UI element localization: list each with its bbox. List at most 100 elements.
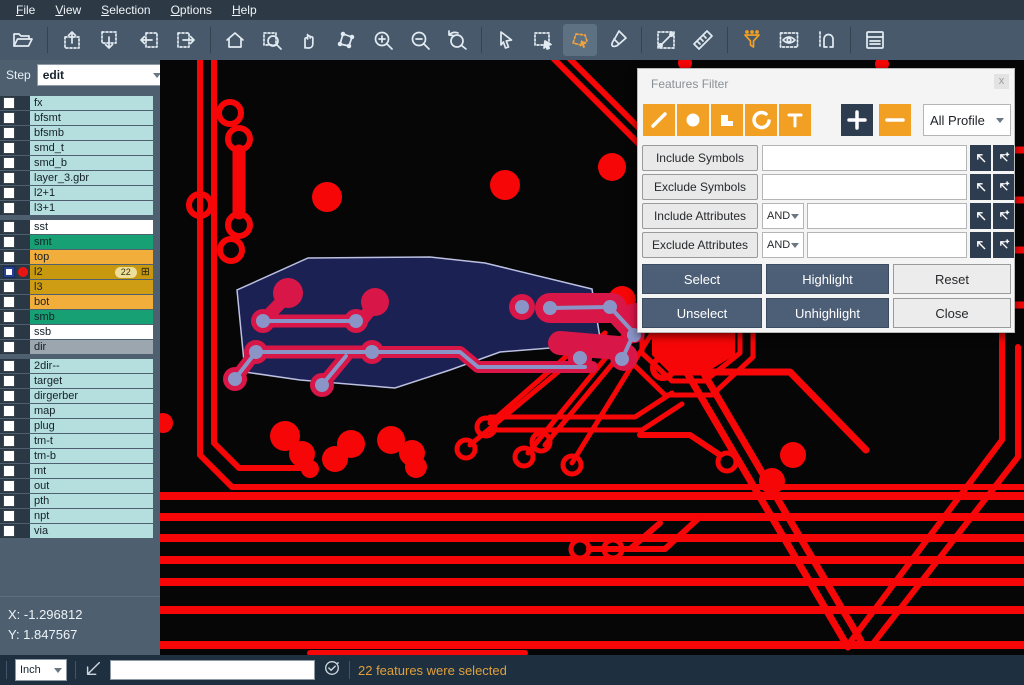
filter-pad-button[interactable] (677, 104, 709, 136)
layer-row-bfsmb[interactable]: bfsmb (0, 126, 160, 140)
layer-visibility-checkbox[interactable] (3, 251, 15, 263)
layer-visibility-checkbox[interactable] (3, 495, 15, 507)
layer-row-tm-t[interactable]: tm-t (0, 434, 160, 448)
layer-name-cell[interactable]: top (30, 250, 153, 264)
layer-row-dirgerber[interactable]: dirgerber (0, 389, 160, 403)
layer-name-cell[interactable]: smd_b (30, 156, 153, 170)
profile-dropdown[interactable]: All Profile (923, 104, 1011, 136)
select-polygon-icon[interactable] (563, 24, 597, 56)
pick-attribute-add-icon[interactable] (993, 203, 1014, 229)
paint-brush-icon[interactable] (600, 24, 634, 56)
layer-name-cell[interactable]: npt (30, 509, 153, 523)
layer-name-cell[interactable]: smd_t (30, 141, 153, 155)
layer-visibility-checkbox[interactable] (3, 112, 15, 124)
filter-text-button[interactable] (779, 104, 811, 136)
layer-name-cell[interactable]: dir (30, 340, 153, 354)
include-symbols-input[interactable] (762, 145, 967, 171)
close-button[interactable]: Close (893, 298, 1011, 328)
layer-row-top[interactable]: top (0, 250, 160, 264)
exclude-symbols-button[interactable]: Exclude Symbols (642, 174, 758, 200)
layer-row-smd_t[interactable]: smd_t (0, 141, 160, 155)
reset-button[interactable]: Reset (893, 264, 1011, 294)
features-filter-icon[interactable] (735, 24, 769, 56)
pick-symbol-add-icon[interactable] (993, 145, 1014, 171)
layer-visibility-checkbox[interactable] (3, 281, 15, 293)
layer-visibility-checkbox[interactable] (3, 435, 15, 447)
layer-visibility-checkbox[interactable] (3, 420, 15, 432)
home-view-icon[interactable] (218, 24, 252, 56)
layer-visibility-checkbox[interactable] (3, 142, 15, 154)
highlight-button[interactable]: Highlight (766, 264, 889, 294)
pan-up-icon[interactable] (55, 24, 89, 56)
sync-check-icon[interactable] (323, 659, 341, 682)
exclude-attributes-logic-dropdown[interactable]: AND (762, 232, 804, 258)
layer-row-map[interactable]: map (0, 404, 160, 418)
layer-visibility-checkbox[interactable] (3, 525, 15, 537)
layer-name-cell[interactable]: l3+1 (30, 201, 153, 215)
layer-visibility-checkbox[interactable] (3, 450, 15, 462)
layer-visibility-checkbox[interactable] (3, 405, 15, 417)
layer-name-cell[interactable]: smt (30, 235, 153, 249)
layer-name-cell[interactable]: tm-t (30, 434, 153, 448)
layer-name-cell[interactable]: mt (30, 464, 153, 478)
zoom-out-icon[interactable] (403, 24, 437, 56)
layer-visibility-checkbox[interactable] (3, 341, 15, 353)
zoom-area-icon[interactable] (255, 24, 289, 56)
layer-name-cell[interactable]: bot (30, 295, 153, 309)
layer-visibility-checkbox[interactable] (3, 266, 15, 278)
layer-visibility-checkbox[interactable] (3, 375, 15, 387)
pick-symbol-icon[interactable] (970, 174, 991, 200)
layer-row-bot[interactable]: bot (0, 295, 160, 309)
layer-row-out[interactable]: out (0, 479, 160, 493)
menu-selection[interactable]: Selection (91, 2, 160, 18)
snap-angle-icon[interactable] (84, 659, 102, 682)
layer-name-cell[interactable]: plug (30, 419, 153, 433)
layer-row-plug[interactable]: plug (0, 419, 160, 433)
layer-name-cell[interactable]: bfsmt (30, 111, 153, 125)
pan-left-icon[interactable] (132, 24, 166, 56)
menu-options[interactable]: Options (161, 2, 222, 18)
layer-row-target[interactable]: target (0, 374, 160, 388)
filter-add-button[interactable] (841, 104, 873, 136)
layer-name-cell[interactable]: l2+1 (30, 186, 153, 200)
layer-row-smb[interactable]: smb (0, 310, 160, 324)
unhighlight-button[interactable]: Unhighlight (766, 298, 889, 328)
layer-visibility-checkbox[interactable] (3, 157, 15, 169)
pick-attribute-icon[interactable] (970, 203, 991, 229)
layer-visibility-checkbox[interactable] (3, 172, 15, 184)
filter-surface-button[interactable] (711, 104, 743, 136)
layer-name-cell[interactable]: layer_3.gbr (30, 171, 153, 185)
layer-row-smt[interactable]: smt (0, 235, 160, 249)
measure-line-icon[interactable] (649, 24, 683, 56)
layer-visibility-checkbox[interactable] (3, 236, 15, 248)
filter-arc-button[interactable] (745, 104, 777, 136)
layer-name-cell[interactable]: dirgerber (30, 389, 153, 403)
unselect-button[interactable]: Unselect (642, 298, 762, 328)
layer-name-cell[interactable]: via (30, 524, 153, 538)
exclude-attributes-input[interactable] (807, 232, 967, 258)
layer-visibility-checkbox[interactable] (3, 311, 15, 323)
layer-row-via[interactable]: via (0, 524, 160, 538)
layer-row-layer_3.gbr[interactable]: layer_3.gbr (0, 171, 160, 185)
layer-visibility-checkbox[interactable] (3, 510, 15, 522)
layer-visibility-checkbox[interactable] (3, 480, 15, 492)
layer-row-fx[interactable]: fx (0, 96, 160, 110)
pick-symbol-add-icon[interactable] (993, 174, 1014, 200)
select-button[interactable]: Select (642, 264, 762, 294)
layer-visibility-checkbox[interactable] (3, 221, 15, 233)
include-symbols-button[interactable]: Include Symbols (642, 145, 758, 171)
exclude-symbols-input[interactable] (762, 174, 967, 200)
layer-row-sst[interactable]: sst (0, 220, 160, 234)
filter-line-button[interactable] (643, 104, 675, 136)
open-folder-icon[interactable] (6, 24, 40, 56)
zoom-polygon-icon[interactable] (329, 24, 363, 56)
layer-row-dir[interactable]: dir (0, 340, 160, 354)
pick-attribute-icon[interactable] (970, 232, 991, 258)
zoom-previous-icon[interactable] (440, 24, 474, 56)
include-attributes-button[interactable]: Include Attributes (642, 203, 758, 229)
include-attributes-input[interactable] (807, 203, 967, 229)
layer-row-l3[interactable]: l3 (0, 280, 160, 294)
snap-magnet-icon[interactable] (809, 24, 843, 56)
layer-row-2dir--[interactable]: 2dir-- (0, 359, 160, 373)
layer-visibility-checkbox[interactable] (3, 390, 15, 402)
